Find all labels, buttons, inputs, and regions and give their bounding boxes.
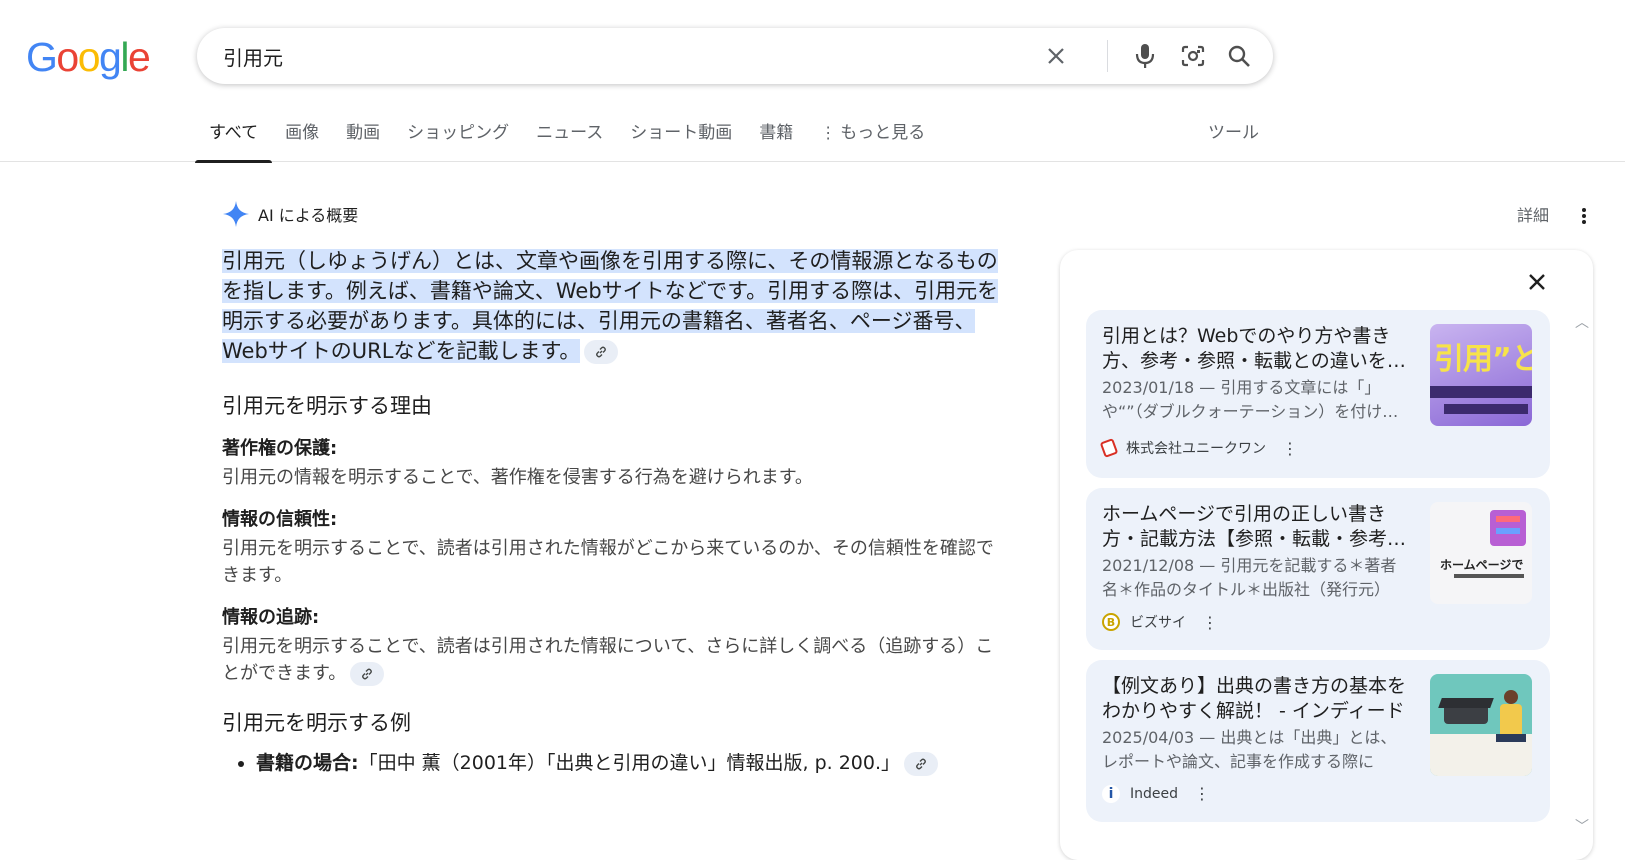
reason-body: 引用元を明示することで、読者は引用された情報がどこから来ているのか、その信頼性を… bbox=[222, 538, 994, 586]
link-icon bbox=[596, 346, 607, 358]
scroll-up-icon[interactable]: ︿ bbox=[1574, 312, 1590, 331]
source-snippet: 2021/12/08 — 引用元を記載する＊著者名＊作品のタイトル＊出版社（発行… bbox=[1102, 556, 1397, 599]
tab-shopping[interactable]: ショッピング bbox=[407, 118, 509, 162]
tab-more-label: もっと見る bbox=[840, 123, 926, 143]
example-label: 書籍の場合: bbox=[256, 752, 359, 774]
examples-list: 書籍の場合:「田中 薫（2001年）「出典と引用の違い」情報出版, p. 200… bbox=[256, 749, 1007, 777]
more-options-icon[interactable] bbox=[1572, 204, 1596, 228]
tools-button[interactable]: ツール bbox=[1208, 118, 1259, 148]
site-favicon-icon: ⅰ bbox=[1102, 784, 1120, 803]
details-button[interactable]: 詳細 bbox=[1517, 202, 1549, 226]
ai-overview-title: AI による概要 bbox=[258, 206, 359, 225]
source-thumbnail: ホームページで bbox=[1430, 502, 1532, 604]
site-more-icon[interactable]: ⋮ bbox=[1202, 613, 1218, 632]
source-title[interactable]: ホームページで引用の正しい書き方・記載方法【参照・転載・参考との違い】 bbox=[1102, 502, 1412, 552]
search-box bbox=[197, 28, 1273, 84]
tab-videos[interactable]: 動画 bbox=[346, 118, 380, 162]
top-header: Google すべて 画像 動画 ショッピング ニュース ショート動画 書籍 ⋮… bbox=[0, 0, 1625, 163]
source-link-chip[interactable] bbox=[584, 340, 619, 364]
thumb-text: 引用”とは bbox=[1434, 342, 1532, 377]
microphone-icon[interactable] bbox=[1129, 40, 1161, 72]
source-card[interactable]: 引用とは？Webでのやり方や書き方、参考・参照・転載との違いを解説 2023/0… bbox=[1086, 310, 1550, 478]
close-icon[interactable] bbox=[1521, 266, 1553, 298]
reason-item: 情報の追跡: 引用元を明示することで、読者は引用された情報について、さらに詳しく… bbox=[222, 603, 1007, 687]
source-title[interactable]: 引用とは？Webでのやり方や書き方、参考・参照・転載との違いを解説 bbox=[1102, 324, 1412, 374]
lens-camera-icon[interactable] bbox=[1177, 40, 1209, 72]
link-icon bbox=[362, 668, 373, 680]
thumb-text: ホームページで bbox=[1440, 558, 1524, 572]
site-name: 株式会社ユニークワン bbox=[1126, 441, 1266, 457]
search-divider bbox=[1107, 40, 1108, 72]
ai-overview-header: AI による概要 bbox=[222, 200, 358, 228]
site-name: Indeed bbox=[1130, 785, 1179, 802]
example-text: 「田中 薫（2001年）「出典と引用の違い」情報出版, p. 200.」 bbox=[358, 752, 901, 774]
source-snippet: 2025/04/03 — 出典とは「出典」とは、レポートや論文、記事を作成する際… bbox=[1102, 728, 1397, 771]
search-icon[interactable] bbox=[1223, 40, 1255, 72]
site-more-icon[interactable]: ⋮ bbox=[1194, 784, 1210, 803]
source-site: B ビズサイ ⋮ bbox=[1102, 612, 1218, 632]
link-icon bbox=[916, 758, 926, 769]
example-item: 書籍の場合:「田中 薫（2001年）「出典と引用の違い」情報出版, p. 200… bbox=[256, 749, 1007, 777]
reason-title: 著作権の保護: bbox=[222, 438, 338, 459]
reason-title: 情報の追跡: bbox=[222, 607, 320, 628]
source-card[interactable]: ホームページで引用の正しい書き方・記載方法【参照・転載・参考との違い】 2021… bbox=[1086, 488, 1550, 650]
reason-body-text: 引用元を明示することで、読者は引用された情報について、さらに詳しく調べる（追跡す… bbox=[222, 636, 994, 684]
reason-body: 引用元の情報を明示することで、著作権を侵害する行為を避けられます。 bbox=[222, 467, 813, 488]
reason-item: 情報の信頼性: 引用元を明示することで、読者は引用された情報がどこから来ているの… bbox=[222, 505, 1007, 589]
source-site: ⅰ Indeed ⋮ bbox=[1102, 784, 1210, 803]
reason-body: 引用元を明示することで、読者は引用された情報について、さらに詳しく調べる（追跡す… bbox=[222, 633, 1007, 687]
site-name: ビズサイ bbox=[1130, 615, 1186, 631]
tab-books[interactable]: 書籍 bbox=[759, 118, 793, 162]
section-title-reasons: 引用元を明示する理由 bbox=[222, 394, 432, 418]
source-link-chip[interactable] bbox=[904, 751, 939, 776]
source-thumbnail: 引用”とは bbox=[1430, 324, 1532, 426]
more-vert-icon: ⋮ bbox=[820, 123, 837, 142]
site-favicon-icon: B bbox=[1102, 613, 1120, 631]
reason-item: 著作権の保護: 引用元の情報を明示することで、著作権を侵害する行為を避けられます… bbox=[222, 434, 1007, 491]
tab-images[interactable]: 画像 bbox=[285, 118, 319, 162]
tab-more[interactable]: ⋮ もっと見る bbox=[820, 118, 925, 162]
clear-icon[interactable] bbox=[1040, 40, 1072, 72]
search-input[interactable] bbox=[223, 41, 1003, 71]
tab-short-videos[interactable]: ショート動画 bbox=[630, 118, 732, 162]
ai-sparkle-icon bbox=[223, 201, 249, 227]
source-link-chip[interactable] bbox=[350, 662, 385, 686]
google-logo[interactable]: Google bbox=[26, 32, 151, 82]
ai-overview-body: 引用元（しゆょうげん）とは、文章や画像を引用する際に、その情報源となるものを指し… bbox=[222, 246, 1007, 777]
ai-overview-lead: 引用元（しゆょうげん）とは、文章や画像を引用する際に、その情報源となるものを指し… bbox=[222, 246, 1007, 366]
source-snippet: 2023/01/18 — 引用する文章には「」や“”（ダブルクォーテーション）を… bbox=[1102, 378, 1399, 421]
site-more-icon[interactable]: ⋮ bbox=[1282, 439, 1298, 458]
source-card[interactable]: 【例文あり】出典の書き方の基本をわかりやすく解説！ - インディード 2025/… bbox=[1086, 660, 1550, 822]
tab-news[interactable]: ニュース bbox=[536, 118, 603, 162]
section-title-examples: 引用元を明示する例 bbox=[222, 711, 411, 735]
source-thumbnail bbox=[1430, 674, 1532, 776]
scroll-down-icon[interactable]: ﹀ bbox=[1574, 816, 1590, 835]
reason-title: 情報の信頼性: bbox=[222, 509, 338, 530]
site-favicon-icon bbox=[1099, 438, 1119, 458]
tab-all[interactable]: すべて bbox=[194, 118, 273, 163]
source-title[interactable]: 【例文あり】出典の書き方の基本をわかりやすく解説！ - インディード bbox=[1102, 674, 1412, 724]
source-site: 株式会社ユニークワン ⋮ bbox=[1099, 438, 1298, 458]
sources-panel: ︿ 引用とは？Webでのやり方や書き方、参考・参照・転載との違いを解説 2023… bbox=[1060, 250, 1593, 860]
search-tabs: すべて 画像 動画 ショッピング ニュース ショート動画 書籍 ⋮ もっと見る bbox=[194, 118, 952, 163]
